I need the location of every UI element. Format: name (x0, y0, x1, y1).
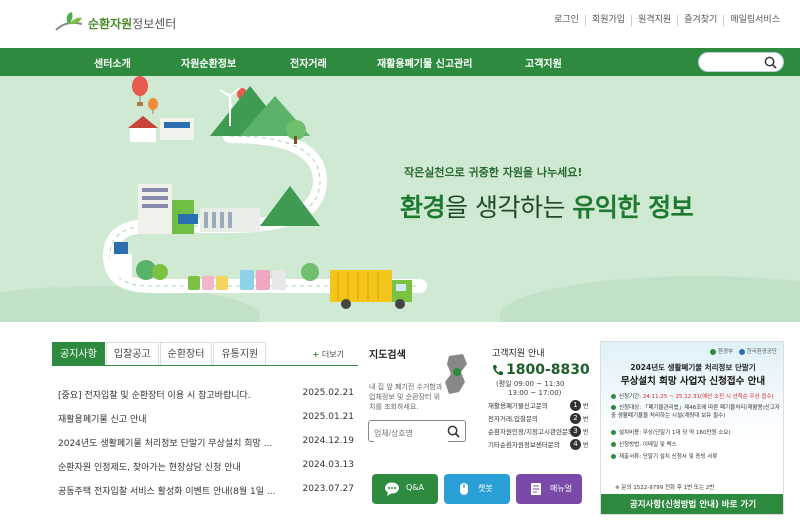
support-hours: (평일 09:00 ~ 11:30 13:00 ~ 17:00) (496, 380, 565, 397)
mailing-service-link[interactable]: 메일링서비스 (723, 15, 786, 26)
garbage-truck-icon (330, 270, 412, 309)
support-phone-number[interactable]: 1800-8830 (506, 362, 590, 378)
mouse-icon (460, 483, 468, 495)
top-bar: 순환자원정보센터 로그인 회원가입 원격지원 즐겨찾기 메일링서비스 (0, 0, 800, 48)
support-line: 기타순환자원정보센터문의 4번 (488, 439, 589, 450)
popup-detail: 설치비용: 무상(단말기 1대 당 약 160만원 소요) (611, 428, 783, 440)
more-link[interactable]: + 더보기 (312, 349, 344, 360)
chatbot-button[interactable]: 챗봇 (444, 474, 510, 504)
popup-banner[interactable]: 환경부 한국환경공단 2024년도 생활폐기물 처리정보 단말기 무상설치 희망… (600, 341, 784, 515)
nav-e-trade[interactable]: 전자거래 (290, 55, 327, 70)
manual-button[interactable]: 매뉴얼 (516, 474, 582, 504)
nav-customer-support[interactable]: 고객지원 (525, 55, 562, 70)
popup-logos: 환경부 한국환경공단 (710, 347, 777, 355)
map-search-desc: 내 집 앞 폐기전 수거함과 업체정보 및 순환장터 위치를 조회하세요. (369, 383, 443, 411)
map-search-box (368, 420, 466, 444)
hero-subtitle: 작은실천으로 귀중한 자원을 나누세요! (404, 166, 583, 179)
list-item[interactable]: 2024년도 생활폐기물 처리정보 단말기 무상설치 희망 ... 2024.1… (58, 436, 354, 452)
plus-icon: + (312, 350, 322, 359)
popup-detail: 신청대상: 「폐기물관리법」제46조에 따른 폐기물처리(재활용)신고자 중 생… (611, 405, 780, 419)
balloon-icon (132, 76, 148, 106)
phone-icon (493, 365, 503, 376)
list-item[interactable]: [중요] 전자입찰 및 순환장터 이용 시 참고바랍니다. 2025.02.21 (58, 388, 354, 404)
support-lines: 재활용폐기물신고문의 1번 전자거래,입찰문의 2번 순환자원인정/지정고시관련… (488, 400, 602, 452)
book-icon (531, 483, 541, 495)
customer-support-panel: 고객지원 안내 1800-8830 (평일 09:00 ~ 11:30 13:0… (488, 342, 596, 457)
keco-logo-icon (738, 348, 745, 355)
support-line: 전자거래,입찰문의 2번 (488, 413, 589, 424)
popup-contact: ※ 문의 1522-9799 전화 후 1번 또는 2번 (615, 485, 715, 491)
popup-detail: 신청방법: 이메일 및 팩스 (611, 440, 783, 452)
list-item[interactable]: 공동주택 전자입찰 서비스 활성화 이벤트 안내(8월 1일 ... 2023.… (58, 484, 354, 500)
site-logo[interactable]: 순환자원정보센터 (52, 10, 182, 36)
list-item[interactable]: 재활용폐기물 신고 안내 2025.01.21 (58, 412, 354, 428)
popup-details: 신청기간: 24.11.25 ~ 25.12.31(예산 소진 시 선착순 우선… (611, 392, 783, 464)
support-line: 재활용폐기물신고문의 1번 (488, 400, 589, 411)
remote-support-link[interactable]: 원격지원 (631, 15, 677, 26)
popup-headline: 무상설치 희망 사업자 신청접수 안내 (620, 376, 766, 387)
search-box (698, 52, 784, 74)
support-line: 순환자원인정/지정고시관련문의 3번 (488, 426, 589, 437)
ministry-logo-icon (710, 348, 717, 355)
logo-text: 순환자원정보센터 (88, 17, 177, 31)
search-input[interactable] (707, 56, 767, 74)
nav-resource-info[interactable]: 자원순환정보 (181, 55, 236, 70)
popup-notice-link[interactable]: 공지사항(신청방법 안내) 바로 가기 (601, 494, 783, 514)
signup-link[interactable]: 회원가입 (584, 15, 631, 26)
search-icon[interactable] (764, 56, 777, 69)
qa-button[interactable]: Q&A (372, 474, 438, 504)
notice-board: 공지사항 입찰공고 순환장터 유통지원 + 더보기 [중요] 전자입찰 및 순환… (52, 342, 358, 512)
map-search-title: 지도검색 (369, 350, 406, 361)
list-item[interactable]: 순환자원 인정제도, 찾아가는 현장상담 신청 안내 2024.03.13 (58, 460, 354, 476)
hero-title: 환경을 생각하는 유익한 정보 (400, 193, 694, 222)
chat-bubble-icon (385, 482, 399, 496)
nav-center-intro[interactable]: 센터소개 (94, 55, 131, 70)
hero-banner: 작은실천으로 귀중한 자원을 나누세요! 환경을 생각하는 유익한 정보 (0, 76, 800, 322)
nav-recycling-report[interactable]: 재활용폐기물 신고관리 (377, 55, 472, 70)
popup-detail: 신청기간: 24.11.25 ~ 25.12.31(예산 소진 시 선착순 우선… (611, 392, 783, 404)
popup-title: 2024년도 생활폐기물 처리정보 단말기 (630, 363, 756, 372)
company-search-input[interactable] (374, 423, 448, 444)
tab-bid[interactable]: 입찰공고 (105, 342, 159, 365)
popup-detail: 제출서류: 단말기 설치 신청서 및 증빙 서류 (611, 452, 783, 464)
bookmark-link[interactable]: 즐겨찾기 (677, 15, 723, 26)
login-link[interactable]: 로그인 (548, 15, 585, 26)
korea-map-icon (445, 354, 467, 394)
main-navigation: 센터소개 자원순환정보 전자거래 재활용폐기물 신고관리 고객지원 (0, 48, 800, 76)
leaf-logo-icon (55, 12, 83, 31)
customer-support-title: 고객지원 안내 (492, 349, 545, 359)
tab-notice[interactable]: 공지사항 (52, 342, 105, 365)
tab-distribution[interactable]: 유통지원 (213, 342, 267, 365)
utility-links: 로그인 회원가입 원격지원 즐겨찾기 메일링서비스 (548, 15, 786, 26)
tab-market[interactable]: 순환장터 (159, 342, 213, 365)
search-icon[interactable] (447, 425, 460, 438)
